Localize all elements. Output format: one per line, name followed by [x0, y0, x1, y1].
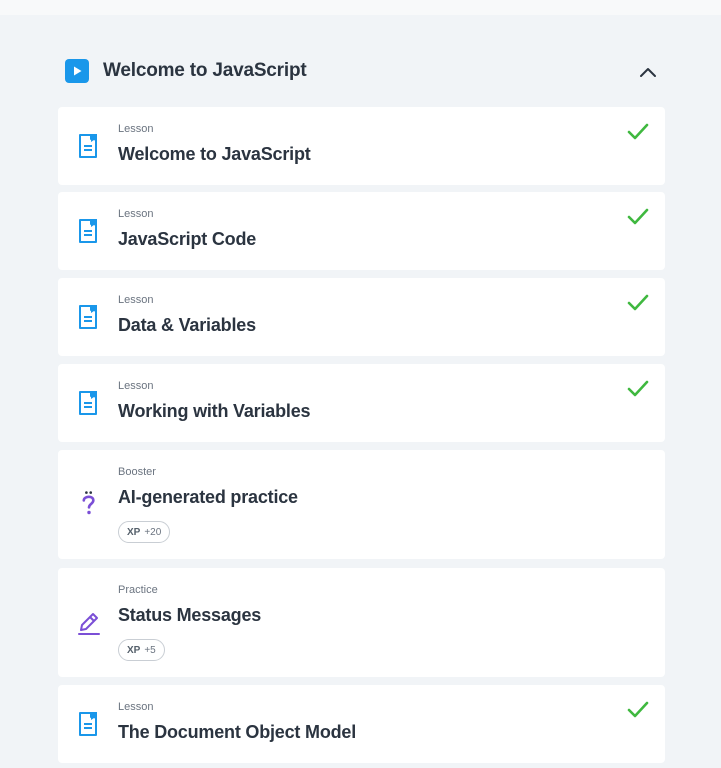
list-item[interactable]: Lesson Data & Variables — [58, 278, 665, 356]
item-kind: Lesson — [118, 701, 154, 713]
item-title: Status Messages — [118, 605, 262, 625]
item-kind: Booster — [118, 466, 156, 478]
item-title: Working with Variables — [118, 401, 311, 421]
list-item[interactable]: Lesson Working with Variables — [58, 364, 665, 442]
pencil-icon — [78, 613, 100, 635]
item-kind: Lesson — [118, 123, 154, 135]
lesson-doc-icon — [79, 712, 97, 736]
lesson-doc-icon — [79, 134, 97, 158]
checkmark-icon — [627, 380, 649, 397]
section-title: Welcome to JavaScript — [103, 60, 307, 81]
xp-value: +20 — [144, 526, 162, 538]
list-item[interactable]: Booster AI-generated practice XP +20 — [58, 450, 665, 559]
item-kind: Practice — [118, 584, 158, 596]
lesson-doc-icon — [79, 391, 97, 415]
section-header[interactable]: Welcome to JavaScript — [58, 53, 665, 89]
item-kind: Lesson — [118, 380, 154, 392]
item-title: Welcome to JavaScript — [118, 144, 311, 164]
item-title: JavaScript Code — [118, 229, 257, 249]
checkmark-icon — [627, 208, 649, 225]
collapse-button[interactable] — [635, 59, 661, 85]
lesson-doc-icon — [79, 219, 97, 243]
item-title: Data & Variables — [118, 315, 256, 335]
list-item[interactable]: Lesson JavaScript Code — [58, 192, 665, 270]
chevron-up-icon — [640, 68, 656, 77]
list-item[interactable]: Lesson The Document Object Model — [58, 685, 665, 763]
xp-badge: XP +20 — [118, 521, 171, 543]
item-kind: Lesson — [118, 208, 154, 220]
checkmark-icon — [627, 701, 649, 718]
xp-value: +5 — [144, 644, 156, 656]
top-bar — [0, 0, 721, 15]
xp-label: XP — [127, 526, 141, 538]
list-item[interactable]: Practice Status Messages XP +5 — [58, 568, 665, 677]
question-sparkle-icon — [82, 491, 95, 515]
item-kind: Lesson — [118, 294, 154, 306]
play-icon — [65, 59, 89, 83]
item-title: AI-generated practice — [118, 487, 298, 507]
checkmark-icon — [627, 123, 649, 140]
xp-badge: XP +5 — [118, 639, 165, 661]
list-item[interactable]: Lesson Welcome to JavaScript — [58, 107, 665, 185]
checkmark-icon — [627, 294, 649, 311]
item-title: The Document Object Model — [118, 722, 357, 742]
lesson-doc-icon — [79, 305, 97, 329]
xp-label: XP — [127, 644, 141, 656]
